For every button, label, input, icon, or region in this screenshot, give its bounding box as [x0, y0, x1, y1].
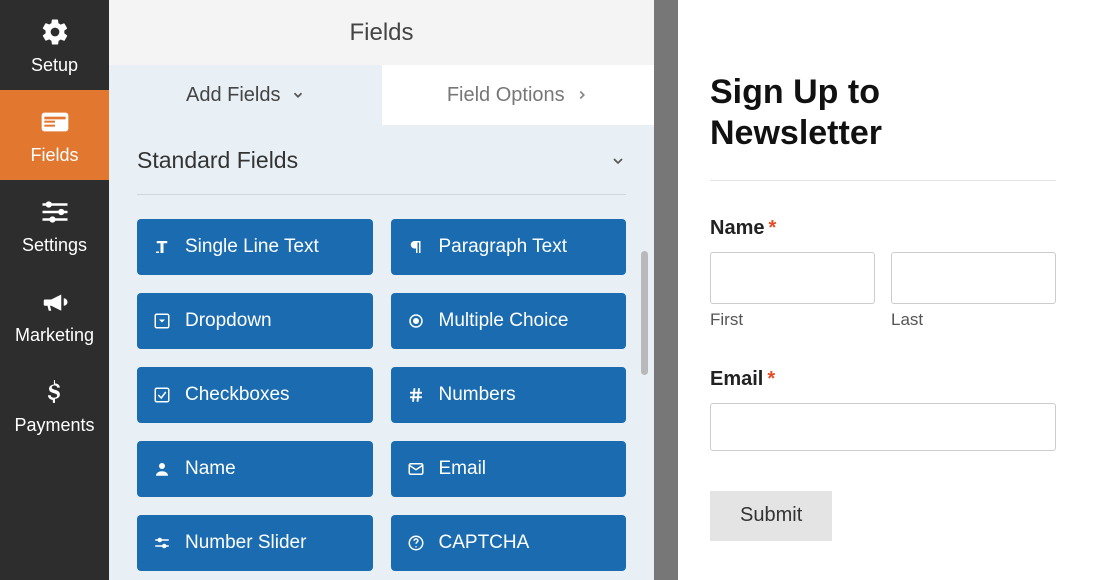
checkbox-icon	[153, 386, 171, 404]
field-label: Single Line Text	[185, 236, 319, 258]
builder-panel: Fields Add Fields Field Options	[109, 0, 654, 580]
field-label: Multiple Choice	[439, 310, 569, 332]
field-email[interactable]: Email	[391, 441, 627, 497]
first-sublabel: First	[710, 310, 875, 330]
required-marker: *	[767, 368, 775, 391]
sliders-icon	[38, 195, 72, 229]
field-label: Email	[439, 458, 487, 480]
tab-field-options[interactable]: Field Options	[382, 65, 655, 125]
field-numbers[interactable]: Numbers	[391, 367, 627, 423]
panel-divider	[654, 0, 678, 580]
divider	[710, 180, 1056, 181]
bullhorn-icon	[38, 285, 72, 319]
paragraph-icon	[407, 238, 425, 256]
field-label: Number Slider	[185, 532, 306, 554]
builder-header: Fields	[109, 0, 654, 65]
field-label: Name	[185, 458, 236, 480]
form-preview: Sign Up to Newsletter Name * First Last	[678, 0, 1116, 580]
first-name-input[interactable]	[710, 252, 875, 304]
form-title: Sign Up to Newsletter	[710, 72, 1056, 154]
sidebar-label: Setup	[31, 55, 78, 76]
dropdown-icon	[153, 312, 171, 330]
hash-icon	[407, 386, 425, 404]
field-captcha[interactable]: CAPTCHA	[391, 515, 627, 571]
sidebar-label: Payments	[14, 415, 94, 436]
sidebar-item-settings[interactable]: Settings	[0, 180, 109, 270]
field-multiple-choice[interactable]: Multiple Choice	[391, 293, 627, 349]
section-title-standard: Standard Fields	[137, 147, 298, 174]
field-number-slider[interactable]: Number Slider	[137, 515, 373, 571]
scrollbar[interactable]	[641, 251, 648, 375]
tab-label: Field Options	[447, 84, 565, 107]
last-name-input[interactable]	[891, 252, 1056, 304]
required-marker: *	[768, 217, 776, 240]
user-icon	[153, 460, 171, 478]
builder-title: Fields	[349, 19, 413, 47]
field-dropdown[interactable]: Dropdown	[137, 293, 373, 349]
tab-label: Add Fields	[186, 84, 281, 107]
field-label: Dropdown	[185, 310, 272, 332]
chevron-down-icon	[291, 88, 305, 102]
tab-add-fields[interactable]: Add Fields	[109, 65, 382, 125]
form-icon	[38, 105, 72, 139]
builder-tabs: Add Fields Field Options	[109, 65, 654, 125]
dollar-icon	[38, 375, 72, 409]
sidebar: Setup Fields Settings Marketing Payments	[0, 0, 109, 580]
field-label: Paragraph Text	[439, 236, 568, 258]
sidebar-item-marketing[interactable]: Marketing	[0, 270, 109, 360]
sidebar-item-payments[interactable]: Payments	[0, 360, 109, 450]
field-label: Numbers	[439, 384, 516, 406]
envelope-icon	[407, 460, 425, 478]
chevron-down-icon[interactable]	[610, 153, 626, 169]
sidebar-item-setup[interactable]: Setup	[0, 0, 109, 90]
sidebar-label: Marketing	[15, 325, 94, 346]
field-label: Checkboxes	[185, 384, 290, 406]
submit-button[interactable]: Submit	[710, 491, 832, 541]
field-checkboxes[interactable]: Checkboxes	[137, 367, 373, 423]
field-paragraph-text[interactable]: Paragraph Text	[391, 219, 627, 275]
text-icon	[153, 238, 171, 256]
email-input[interactable]	[710, 403, 1056, 451]
help-icon	[407, 534, 425, 552]
slider-icon	[153, 534, 171, 552]
radio-icon	[407, 312, 425, 330]
sidebar-label: Settings	[22, 235, 87, 256]
fields-panel: Standard Fields Single Line Text Paragra…	[109, 125, 654, 580]
gear-icon	[38, 15, 72, 49]
name-label: Name *	[710, 217, 1056, 240]
last-sublabel: Last	[891, 310, 1056, 330]
field-name[interactable]: Name	[137, 441, 373, 497]
sidebar-label: Fields	[30, 145, 78, 166]
field-single-line-text[interactable]: Single Line Text	[137, 219, 373, 275]
email-label: Email *	[710, 368, 1056, 391]
field-label: CAPTCHA	[439, 532, 530, 554]
sidebar-item-fields[interactable]: Fields	[0, 90, 109, 180]
chevron-right-icon	[575, 88, 589, 102]
